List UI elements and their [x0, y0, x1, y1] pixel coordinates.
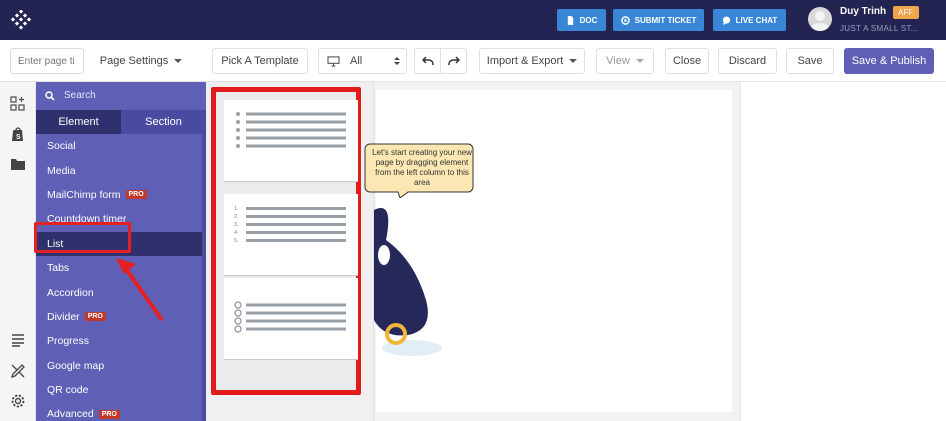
- search-icon: [45, 90, 55, 101]
- element-item-label: MailChimp form: [47, 188, 121, 201]
- element-item-label: Accordion: [47, 286, 94, 299]
- editor-toolbar: Page Settings Pick A Template All Import…: [0, 40, 946, 82]
- element-item-label: Progress: [47, 335, 90, 348]
- top-bar: DOC SUBMIT TICKET LIVE CHAT Duy Trinh AF…: [0, 0, 946, 40]
- chevron-down-icon: [174, 59, 183, 63]
- panel-tabs: Element Section: [36, 110, 206, 134]
- discard-button[interactable]: Discard: [718, 48, 777, 74]
- svg-text:S: S: [16, 134, 21, 141]
- affiliate-badge: AFF.: [893, 6, 920, 19]
- submit-ticket-button[interactable]: SUBMIT TICKET: [613, 9, 704, 31]
- shopify-bag-icon[interactable]: S: [10, 126, 26, 142]
- bulleted-list-preview[interactable]: [224, 100, 358, 182]
- chevron-down-icon: [569, 59, 578, 63]
- element-item[interactable]: Progress: [36, 329, 202, 353]
- element-item[interactable]: Google map: [36, 354, 202, 378]
- undo-icon: [421, 56, 434, 65]
- document-icon: [567, 15, 573, 25]
- tab-element[interactable]: Element: [36, 110, 121, 134]
- undo-button[interactable]: [414, 48, 440, 74]
- element-item-label: Social: [47, 140, 76, 153]
- user-avatar-icon: [810, 11, 830, 31]
- element-item-label: Google map: [47, 359, 105, 372]
- number-marker: 1.: [234, 206, 239, 212]
- lifebuoy-icon: [620, 15, 630, 25]
- elements-grid-icon[interactable]: [10, 96, 26, 112]
- number-marker: 4.: [234, 230, 239, 236]
- live-chat-button[interactable]: LIVE CHAT: [713, 9, 786, 31]
- element-item[interactable]: QR code: [36, 378, 202, 402]
- element-search: [36, 82, 206, 109]
- element-item-label: QR code: [47, 384, 89, 397]
- mascot-illustration-icon: [374, 208, 442, 356]
- bulleted-list-icon: [236, 112, 346, 148]
- numbered-list-preview[interactable]: 1. 2. 3. 4. 5.: [224, 194, 358, 276]
- close-button[interactable]: Close: [665, 48, 709, 74]
- redo-button[interactable]: [440, 48, 467, 74]
- user-name[interactable]: Duy Trinh: [840, 6, 886, 17]
- chat-bubble-icon: [722, 15, 730, 25]
- element-item[interactable]: Media: [36, 158, 202, 182]
- app-logo-icon[interactable]: [10, 10, 32, 32]
- redo-icon: [447, 56, 460, 65]
- element-item[interactable]: Social: [36, 134, 202, 158]
- right-panel: [740, 82, 946, 421]
- list-preview-highlight: 1. 2. 3. 4. 5.: [211, 87, 361, 395]
- search-input[interactable]: [64, 90, 184, 101]
- save-publish-button[interactable]: Save & Publish: [844, 48, 934, 74]
- design-tools-icon[interactable]: [10, 363, 26, 379]
- pro-badge: PRO: [125, 190, 147, 200]
- numbered-list-icon: 1. 2. 3. 4. 5.: [234, 206, 346, 244]
- number-marker: 2.: [234, 214, 239, 220]
- device-select[interactable]: All: [318, 48, 407, 74]
- view-dropdown[interactable]: View: [596, 48, 654, 74]
- gear-icon[interactable]: [10, 393, 26, 409]
- page-title-input[interactable]: [10, 48, 84, 74]
- pro-badge: PRO: [98, 409, 120, 419]
- layers-icon[interactable]: [10, 332, 26, 348]
- number-marker: 5.: [234, 238, 239, 244]
- avatar[interactable]: [808, 7, 832, 31]
- element-item-label: Media: [47, 164, 76, 177]
- element-item-label: Advanced: [47, 408, 94, 421]
- element-item-label: Divider: [47, 310, 80, 323]
- save-button[interactable]: Save: [786, 48, 834, 74]
- circle-list-preview[interactable]: [224, 278, 358, 360]
- drag-hint-text: Let's start creating your new page by dr…: [372, 148, 472, 187]
- pick-template-button[interactable]: Pick A Template: [212, 48, 308, 74]
- list-item-highlight: [34, 222, 131, 253]
- tab-section[interactable]: Section: [121, 110, 206, 134]
- element-item-label: Tabs: [47, 262, 70, 275]
- store-name: JUST A SMALL ST...: [840, 24, 919, 33]
- pointer-arrow-icon: [116, 258, 164, 322]
- doc-button[interactable]: DOC: [557, 9, 606, 31]
- pro-badge: PRO: [84, 312, 106, 322]
- desktop-icon: [327, 55, 340, 67]
- left-icon-rail: S: [0, 82, 36, 421]
- circle-list-icon: [234, 301, 346, 333]
- list-preview-panel: 1. 2. 3. 4. 5.: [206, 82, 374, 421]
- element-item[interactable]: Advanced PRO: [36, 402, 202, 421]
- element-item[interactable]: MailChimp form PRO: [36, 183, 202, 207]
- number-marker: 3.: [234, 222, 239, 228]
- select-updown-icon: [394, 57, 400, 65]
- import-export-dropdown[interactable]: Import & Export: [479, 48, 585, 74]
- page-settings-dropdown[interactable]: Page Settings: [92, 48, 190, 74]
- chevron-down-icon: [635, 59, 644, 63]
- folder-icon[interactable]: [10, 156, 26, 172]
